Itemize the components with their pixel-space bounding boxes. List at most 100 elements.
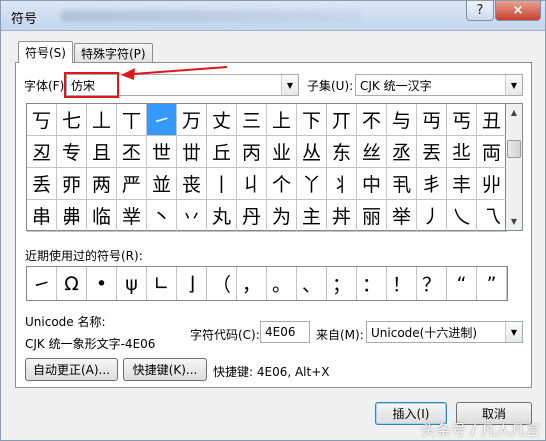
- symbol-cell[interactable]: 丮: [387, 168, 417, 200]
- symbol-cell[interactable]: 万: [177, 104, 207, 136]
- symbol-cell[interactable]: 个: [267, 168, 297, 200]
- grid-scrollbar[interactable]: ▲ ▼: [506, 103, 523, 231]
- symbol-cell[interactable]: 丅: [117, 104, 147, 136]
- recent-symbol-cell[interactable]: Ω: [57, 267, 87, 300]
- symbol-cell[interactable]: 丬: [327, 168, 357, 200]
- recent-symbol-cell[interactable]: “: [447, 267, 477, 300]
- char-code-input[interactable]: 4E06: [260, 321, 310, 343]
- symbol-cell[interactable]: 丟: [417, 136, 447, 168]
- tab-special-characters[interactable]: 特殊字符(P): [74, 43, 153, 63]
- symbol-cell[interactable]: 丷: [177, 200, 207, 232]
- recent-symbols-row[interactable]: ㇀ Ω • ψ ∟ ⌋ （，。、；：！？ “”: [26, 266, 508, 301]
- symbol-cell[interactable]: 丙: [237, 136, 267, 168]
- recent-symbol-cell[interactable]: •: [87, 267, 117, 300]
- scroll-down-icon[interactable]: ▼: [506, 213, 522, 230]
- symbol-cell[interactable]: 両: [477, 136, 507, 168]
- symbol-cell[interactable]: 丗: [177, 136, 207, 168]
- symbol-cell[interactable]: 丸: [207, 200, 237, 232]
- symbol-cell[interactable]: 丧: [177, 168, 207, 200]
- symbol-cell[interactable]: ㇀: [147, 104, 177, 136]
- symbol-cell[interactable]: 不: [357, 104, 387, 136]
- recent-symbol-cell[interactable]: ？: [417, 267, 447, 300]
- symbol-cell[interactable]: 丈: [207, 104, 237, 136]
- symbol-cell[interactable]: 乁: [477, 200, 507, 232]
- symbol-cell[interactable]: 举: [387, 200, 417, 232]
- symbol-cell[interactable]: 临: [87, 200, 117, 232]
- recent-symbol-cell[interactable]: ㇀: [27, 267, 57, 300]
- recent-symbol-cell[interactable]: 。: [267, 267, 297, 300]
- symbol-cell[interactable]: 丕: [117, 136, 147, 168]
- symbol-cell[interactable]: 丐: [447, 104, 477, 136]
- tab-symbols[interactable]: 符号(S): [18, 41, 73, 63]
- recent-symbol-cell[interactable]: ，: [237, 267, 267, 300]
- close-button[interactable]: ×: [495, 1, 541, 21]
- recent-symbol-cell[interactable]: （: [207, 267, 237, 300]
- symbol-grid[interactable]: 丂七丄丅㇀万丈三上下丌不与丏丐丑丒专且丕世丗丘丙业丛东丝丞丟丠両丢丣两严並丧丨丩…: [26, 103, 507, 232]
- shortcut-key-button[interactable]: 快捷键(K)...: [123, 358, 207, 381]
- symbol-cell[interactable]: 丿: [417, 200, 447, 232]
- symbol-cell[interactable]: 丵: [117, 200, 147, 232]
- symbol-cell[interactable]: 业: [267, 136, 297, 168]
- symbol-cell[interactable]: 並: [147, 168, 177, 200]
- recent-symbol-cell[interactable]: ⌋: [177, 267, 207, 300]
- symbol-cell[interactable]: 专: [57, 136, 87, 168]
- symbol-cell[interactable]: 丼: [327, 200, 357, 232]
- symbol-cell[interactable]: 且: [87, 136, 117, 168]
- symbol-cell[interactable]: 丹: [237, 200, 267, 232]
- symbol-cell[interactable]: 东: [327, 136, 357, 168]
- symbol-cell[interactable]: 丑: [477, 104, 507, 136]
- symbol-cell[interactable]: 串: [27, 200, 57, 232]
- symbol-cell[interactable]: 丛: [297, 136, 327, 168]
- symbol-cell[interactable]: 上: [267, 104, 297, 136]
- symbol-cell[interactable]: 丂: [27, 104, 57, 136]
- subset-value: CJK 统一汉字: [360, 78, 432, 93]
- symbol-cell[interactable]: 丄: [87, 104, 117, 136]
- recent-symbol-cell[interactable]: ψ: [117, 267, 147, 300]
- symbol-cell[interactable]: 丳: [57, 200, 87, 232]
- scroll-thumb[interactable]: [507, 140, 521, 158]
- from-select[interactable]: Unicode(十六进制) ▼: [366, 321, 523, 343]
- symbol-cell[interactable]: 丶: [147, 200, 177, 232]
- symbol-cell[interactable]: 丰: [447, 168, 477, 200]
- unicode-name-value: CJK 统一象形文字-4E06: [25, 337, 156, 351]
- scroll-up-icon[interactable]: ▲: [506, 104, 522, 121]
- symbol-cell[interactable]: 丝: [357, 136, 387, 168]
- symbol-cell[interactable]: 丣: [57, 168, 87, 200]
- symbol-cell[interactable]: 中: [357, 168, 387, 200]
- symbol-cell[interactable]: 丞: [387, 136, 417, 168]
- symbol-cell[interactable]: 主: [297, 200, 327, 232]
- recent-symbol-cell[interactable]: ∟: [147, 267, 177, 300]
- symbol-cell[interactable]: 丌: [327, 104, 357, 136]
- symbol-cell[interactable]: 为: [267, 200, 297, 232]
- recent-symbol-cell[interactable]: ！: [387, 267, 417, 300]
- symbol-cell[interactable]: 丨: [207, 168, 237, 200]
- symbol-cell[interactable]: 两: [87, 168, 117, 200]
- recent-symbol-cell[interactable]: ”: [477, 267, 507, 300]
- symbol-cell[interactable]: 世: [147, 136, 177, 168]
- symbol-cell[interactable]: 丩: [237, 168, 267, 200]
- chevron-down-icon[interactable]: ▼: [505, 322, 522, 342]
- recent-symbol-cell[interactable]: ：: [357, 267, 387, 300]
- symbol-cell[interactable]: 丘: [207, 136, 237, 168]
- symbol-cell[interactable]: 丒: [27, 136, 57, 168]
- symbol-cell[interactable]: 严: [117, 168, 147, 200]
- symbol-cell[interactable]: 丽: [357, 200, 387, 232]
- symbol-cell[interactable]: 丢: [27, 168, 57, 200]
- symbol-cell[interactable]: 乀: [447, 200, 477, 232]
- symbol-cell[interactable]: 丫: [297, 168, 327, 200]
- help-button[interactable]: ?: [466, 1, 494, 21]
- recent-symbol-cell[interactable]: 、: [297, 267, 327, 300]
- symbol-cell[interactable]: 与: [387, 104, 417, 136]
- symbol-cell[interactable]: 七: [57, 104, 87, 136]
- symbol-cell[interactable]: 丱: [477, 168, 507, 200]
- autocorrect-button[interactable]: 自动更正(A)...: [25, 358, 118, 381]
- symbol-cell[interactable]: 丏: [417, 104, 447, 136]
- chevron-down-icon[interactable]: ▼: [505, 75, 522, 95]
- symbol-cell[interactable]: 丠: [447, 136, 477, 168]
- chevron-down-icon[interactable]: ▼: [281, 75, 298, 95]
- subset-select[interactable]: CJK 统一汉字 ▼: [355, 74, 523, 96]
- symbol-cell[interactable]: 丯: [417, 168, 447, 200]
- symbol-cell[interactable]: 三: [237, 104, 267, 136]
- symbol-cell[interactable]: 下: [297, 104, 327, 136]
- recent-symbol-cell[interactable]: ；: [327, 267, 357, 300]
